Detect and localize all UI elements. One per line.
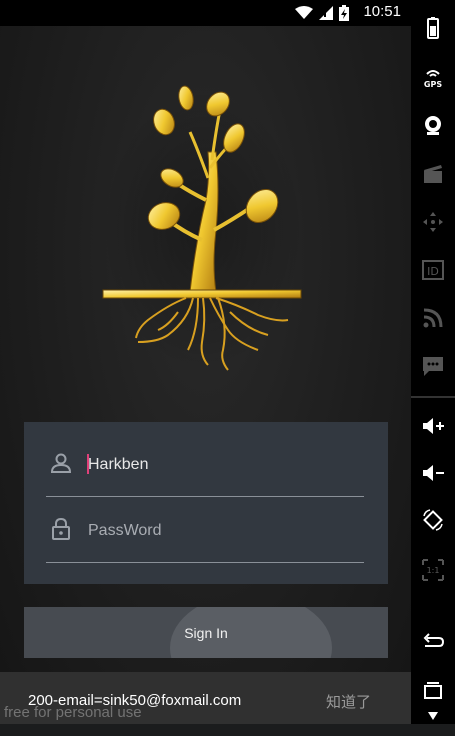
password-field[interactable]: PassWord (46, 496, 364, 563)
sign-in-label: Sign In (184, 625, 228, 641)
recents-icon[interactable] (421, 678, 445, 702)
gps-icon[interactable]: GPS (421, 66, 445, 90)
volume-down-icon[interactable] (421, 461, 445, 485)
password-placeholder[interactable]: PassWord (88, 522, 162, 540)
scale-label: 1:1 (426, 566, 440, 575)
lock-icon (52, 518, 70, 540)
status-icons (295, 5, 349, 21)
battery-icon[interactable] (421, 16, 445, 40)
snackbar-action-button[interactable]: 知道了 (326, 691, 371, 712)
scroll-down-icon[interactable] (421, 708, 445, 732)
emulator-toolbar: GPS ID 1:1 (411, 0, 455, 724)
sms-icon[interactable] (421, 354, 445, 378)
clapperboard-icon[interactable] (421, 162, 445, 186)
wifi-icon (295, 6, 313, 19)
status-time: 10:51 (363, 3, 401, 20)
tree-logo (102, 85, 303, 371)
watermark-text: free for personal use (4, 704, 142, 721)
rss-icon[interactable] (421, 306, 445, 330)
signal-icon (319, 6, 333, 20)
status-bar: 10:51 (0, 0, 411, 26)
battery-charging-icon (339, 5, 349, 21)
camera-icon[interactable] (421, 113, 445, 137)
username-field[interactable]: Harkben (46, 430, 364, 497)
id-label: ID (427, 265, 439, 278)
app-screen: 10:51 Harkben PassWord Sign In 200-email… (0, 0, 411, 724)
user-icon (50, 453, 72, 473)
id-icon[interactable]: ID (421, 258, 445, 282)
gps-label: GPS (423, 80, 443, 89)
dpad-icon[interactable] (421, 210, 445, 234)
rotate-icon[interactable] (421, 508, 445, 532)
login-card: Harkben PassWord (24, 422, 388, 584)
back-icon[interactable] (421, 630, 445, 654)
volume-up-icon[interactable] (421, 414, 445, 438)
sign-in-button[interactable]: Sign In (24, 607, 388, 658)
toolbar-divider (411, 396, 455, 398)
username-value[interactable]: Harkben (88, 456, 148, 474)
scale-icon[interactable]: 1:1 (421, 558, 445, 582)
